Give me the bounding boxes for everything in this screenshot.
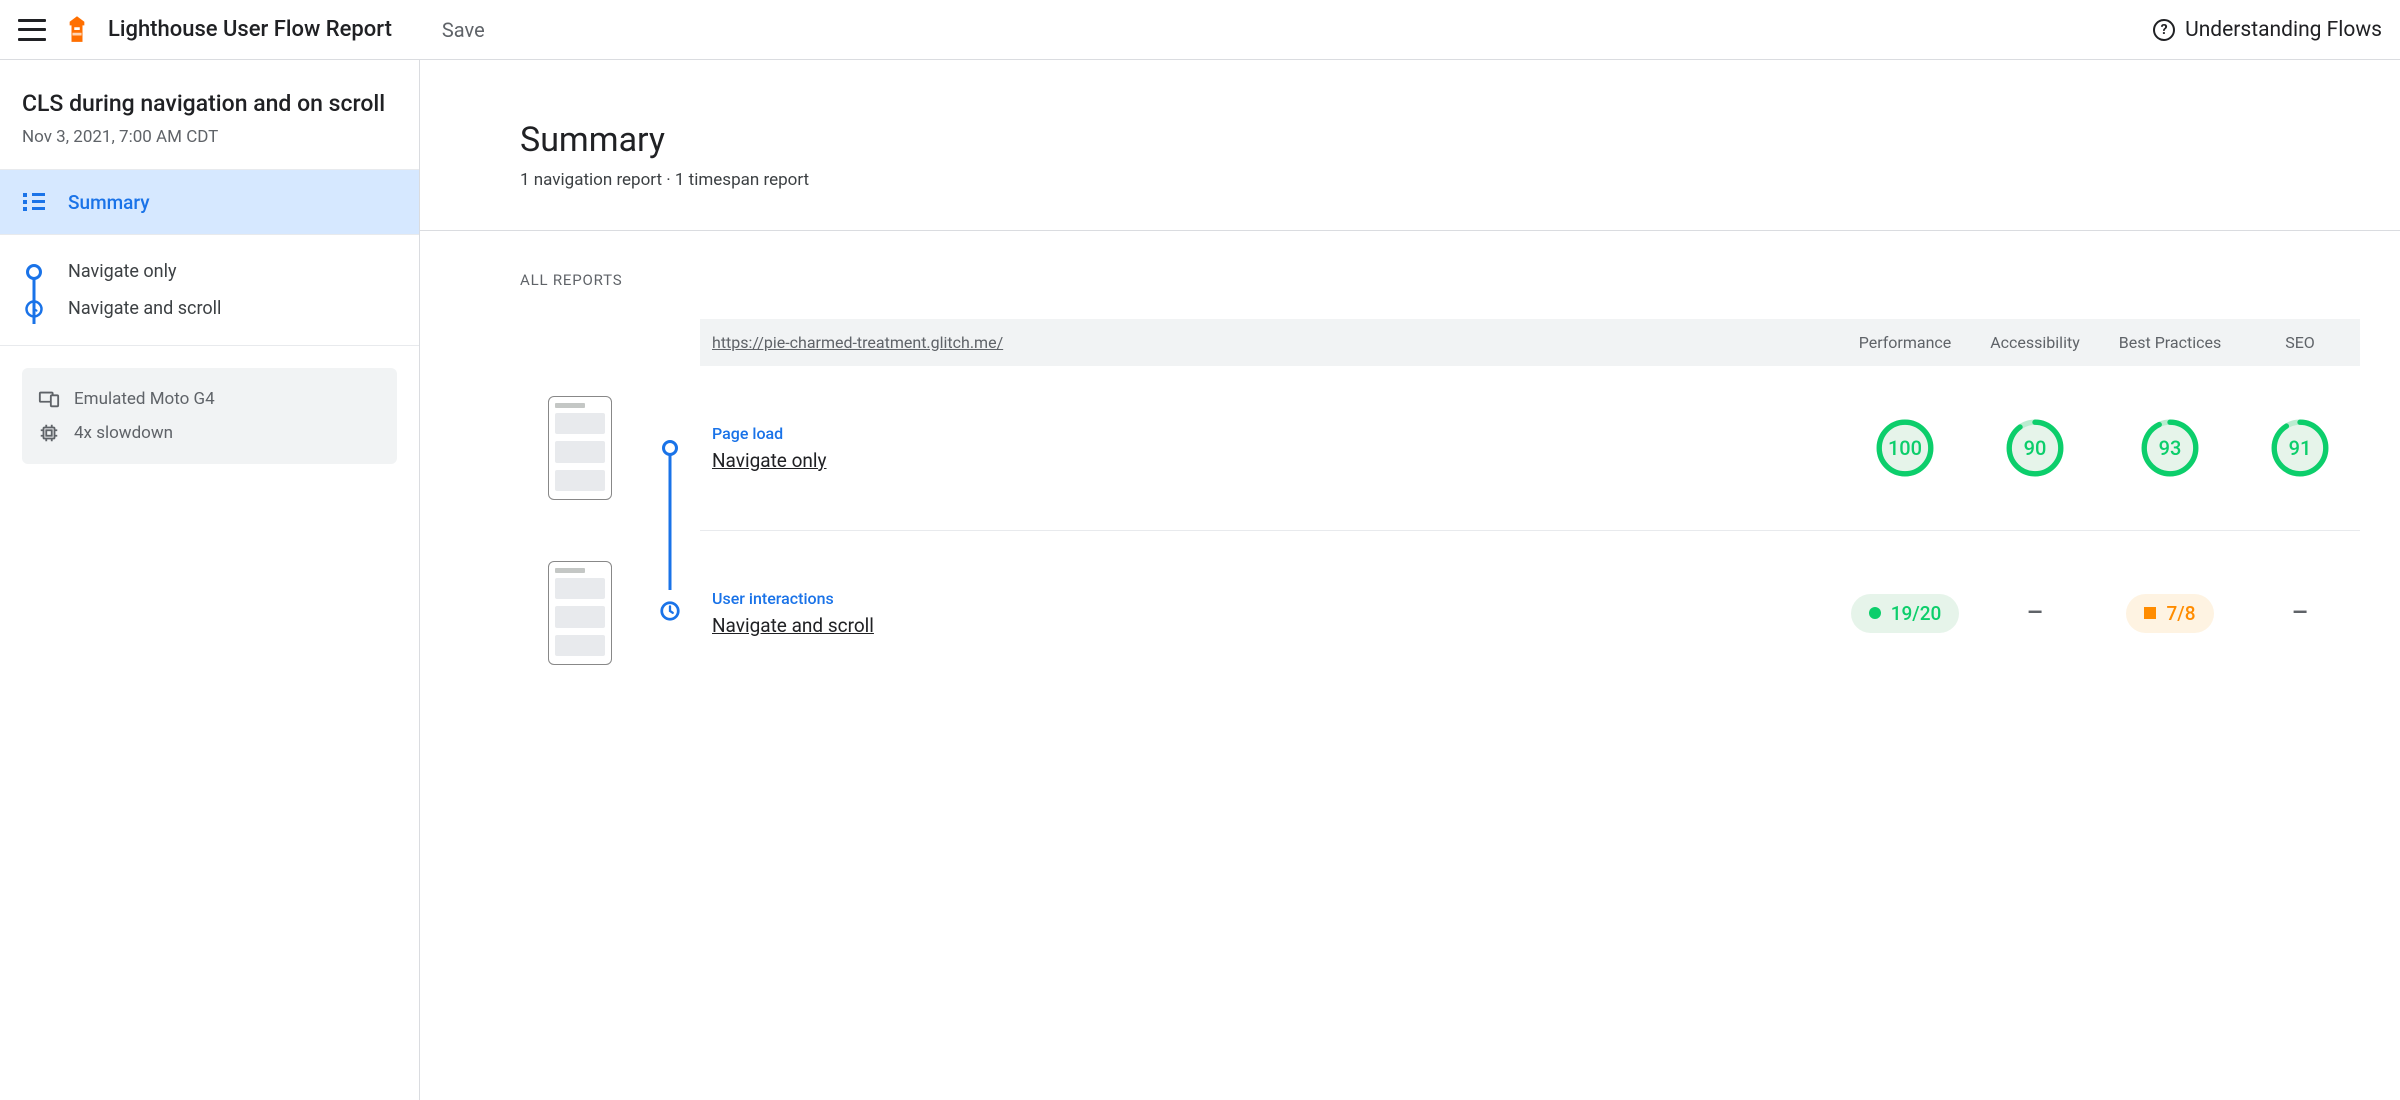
flow-title: CLS during navigation and on scroll xyxy=(22,90,397,117)
device-row: Emulated Moto G4 xyxy=(38,382,381,416)
help-link[interactable]: ? Understanding Flows xyxy=(2153,18,2382,42)
navigation-marker-icon xyxy=(662,440,678,456)
cpu-row: 4x slowdown xyxy=(38,416,381,450)
device-icon xyxy=(38,388,60,410)
report-row-navigate-only[interactable]: Page load Navigate only xyxy=(700,414,1840,482)
page-heading: Summary xyxy=(520,120,2400,160)
sidebar-step-navigate-only[interactable]: Navigate only xyxy=(22,253,397,290)
navigation-marker-icon xyxy=(26,264,42,280)
cpu-label: 4x slowdown xyxy=(74,423,173,443)
sidebar-item-summary[interactable]: Summary xyxy=(0,170,419,235)
app-title: Lighthouse User Flow Report xyxy=(108,17,392,42)
list-icon xyxy=(22,190,46,214)
screenshot-thumbnail[interactable] xyxy=(548,561,612,665)
reports-table: https://pie-charmed-treatment.glitch.me/… xyxy=(520,319,2360,695)
timespan-marker-icon xyxy=(659,600,681,627)
row-name-label: Navigate only xyxy=(712,449,1828,472)
seo-na: – xyxy=(2240,578,2360,648)
column-accessibility: Accessibility xyxy=(1970,319,2100,366)
help-label: Understanding Flows xyxy=(2185,18,2382,42)
main-content: Summary 1 navigation report · 1 timespan… xyxy=(420,60,2400,1100)
topbar: Lighthouse User Flow Report Save ? Under… xyxy=(0,0,2400,60)
save-button[interactable]: Save xyxy=(442,18,485,42)
menu-icon[interactable] xyxy=(18,19,46,41)
lighthouse-logo-icon xyxy=(66,16,88,44)
gauge-best-practices[interactable]: 93 xyxy=(2138,416,2202,480)
accessibility-na: – xyxy=(1970,578,2100,648)
gauge-seo[interactable]: 91 xyxy=(2268,416,2332,480)
screenshot-thumbnail[interactable] xyxy=(548,396,612,500)
page-subheading: 1 navigation report · 1 timespan report xyxy=(520,170,2400,190)
fraction-best-practices[interactable]: 7/8 xyxy=(2126,594,2213,633)
column-url[interactable]: https://pie-charmed-treatment.glitch.me/ xyxy=(700,319,1840,366)
sidebar-header: CLS during navigation and on scroll Nov … xyxy=(0,60,419,170)
sidebar-summary-label: Summary xyxy=(68,191,150,214)
column-seo: SEO xyxy=(2240,319,2360,366)
column-performance: Performance xyxy=(1840,319,1970,366)
gauge-performance[interactable]: 100 xyxy=(1873,416,1937,480)
report-row-navigate-and-scroll[interactable]: User interactions Navigate and scroll xyxy=(700,579,1840,647)
cpu-icon xyxy=(38,422,60,444)
environment-box: Emulated Moto G4 4x slowdown xyxy=(22,368,397,464)
sidebar-steps: Navigate only Navigate and scroll xyxy=(0,235,419,346)
flow-date: Nov 3, 2021, 7:00 AM CDT xyxy=(22,127,397,147)
sidebar-step-navigate-and-scroll[interactable]: Navigate and scroll xyxy=(22,290,397,327)
column-best-practices: Best Practices xyxy=(2100,319,2240,366)
sidebar: CLS during navigation and on scroll Nov … xyxy=(0,60,420,1100)
row-type-label: User interactions xyxy=(712,589,1828,608)
device-label: Emulated Moto G4 xyxy=(74,389,215,409)
help-icon: ? xyxy=(2153,19,2175,41)
step-label: Navigate and scroll xyxy=(68,298,221,319)
row-name-label: Navigate and scroll xyxy=(712,614,1828,637)
step-label: Navigate only xyxy=(68,261,177,282)
gauge-accessibility[interactable]: 90 xyxy=(2003,416,2067,480)
row-type-label: Page load xyxy=(712,424,1828,443)
all-reports-label: ALL REPORTS xyxy=(520,271,2360,289)
fraction-performance[interactable]: 19/20 xyxy=(1851,594,1960,633)
